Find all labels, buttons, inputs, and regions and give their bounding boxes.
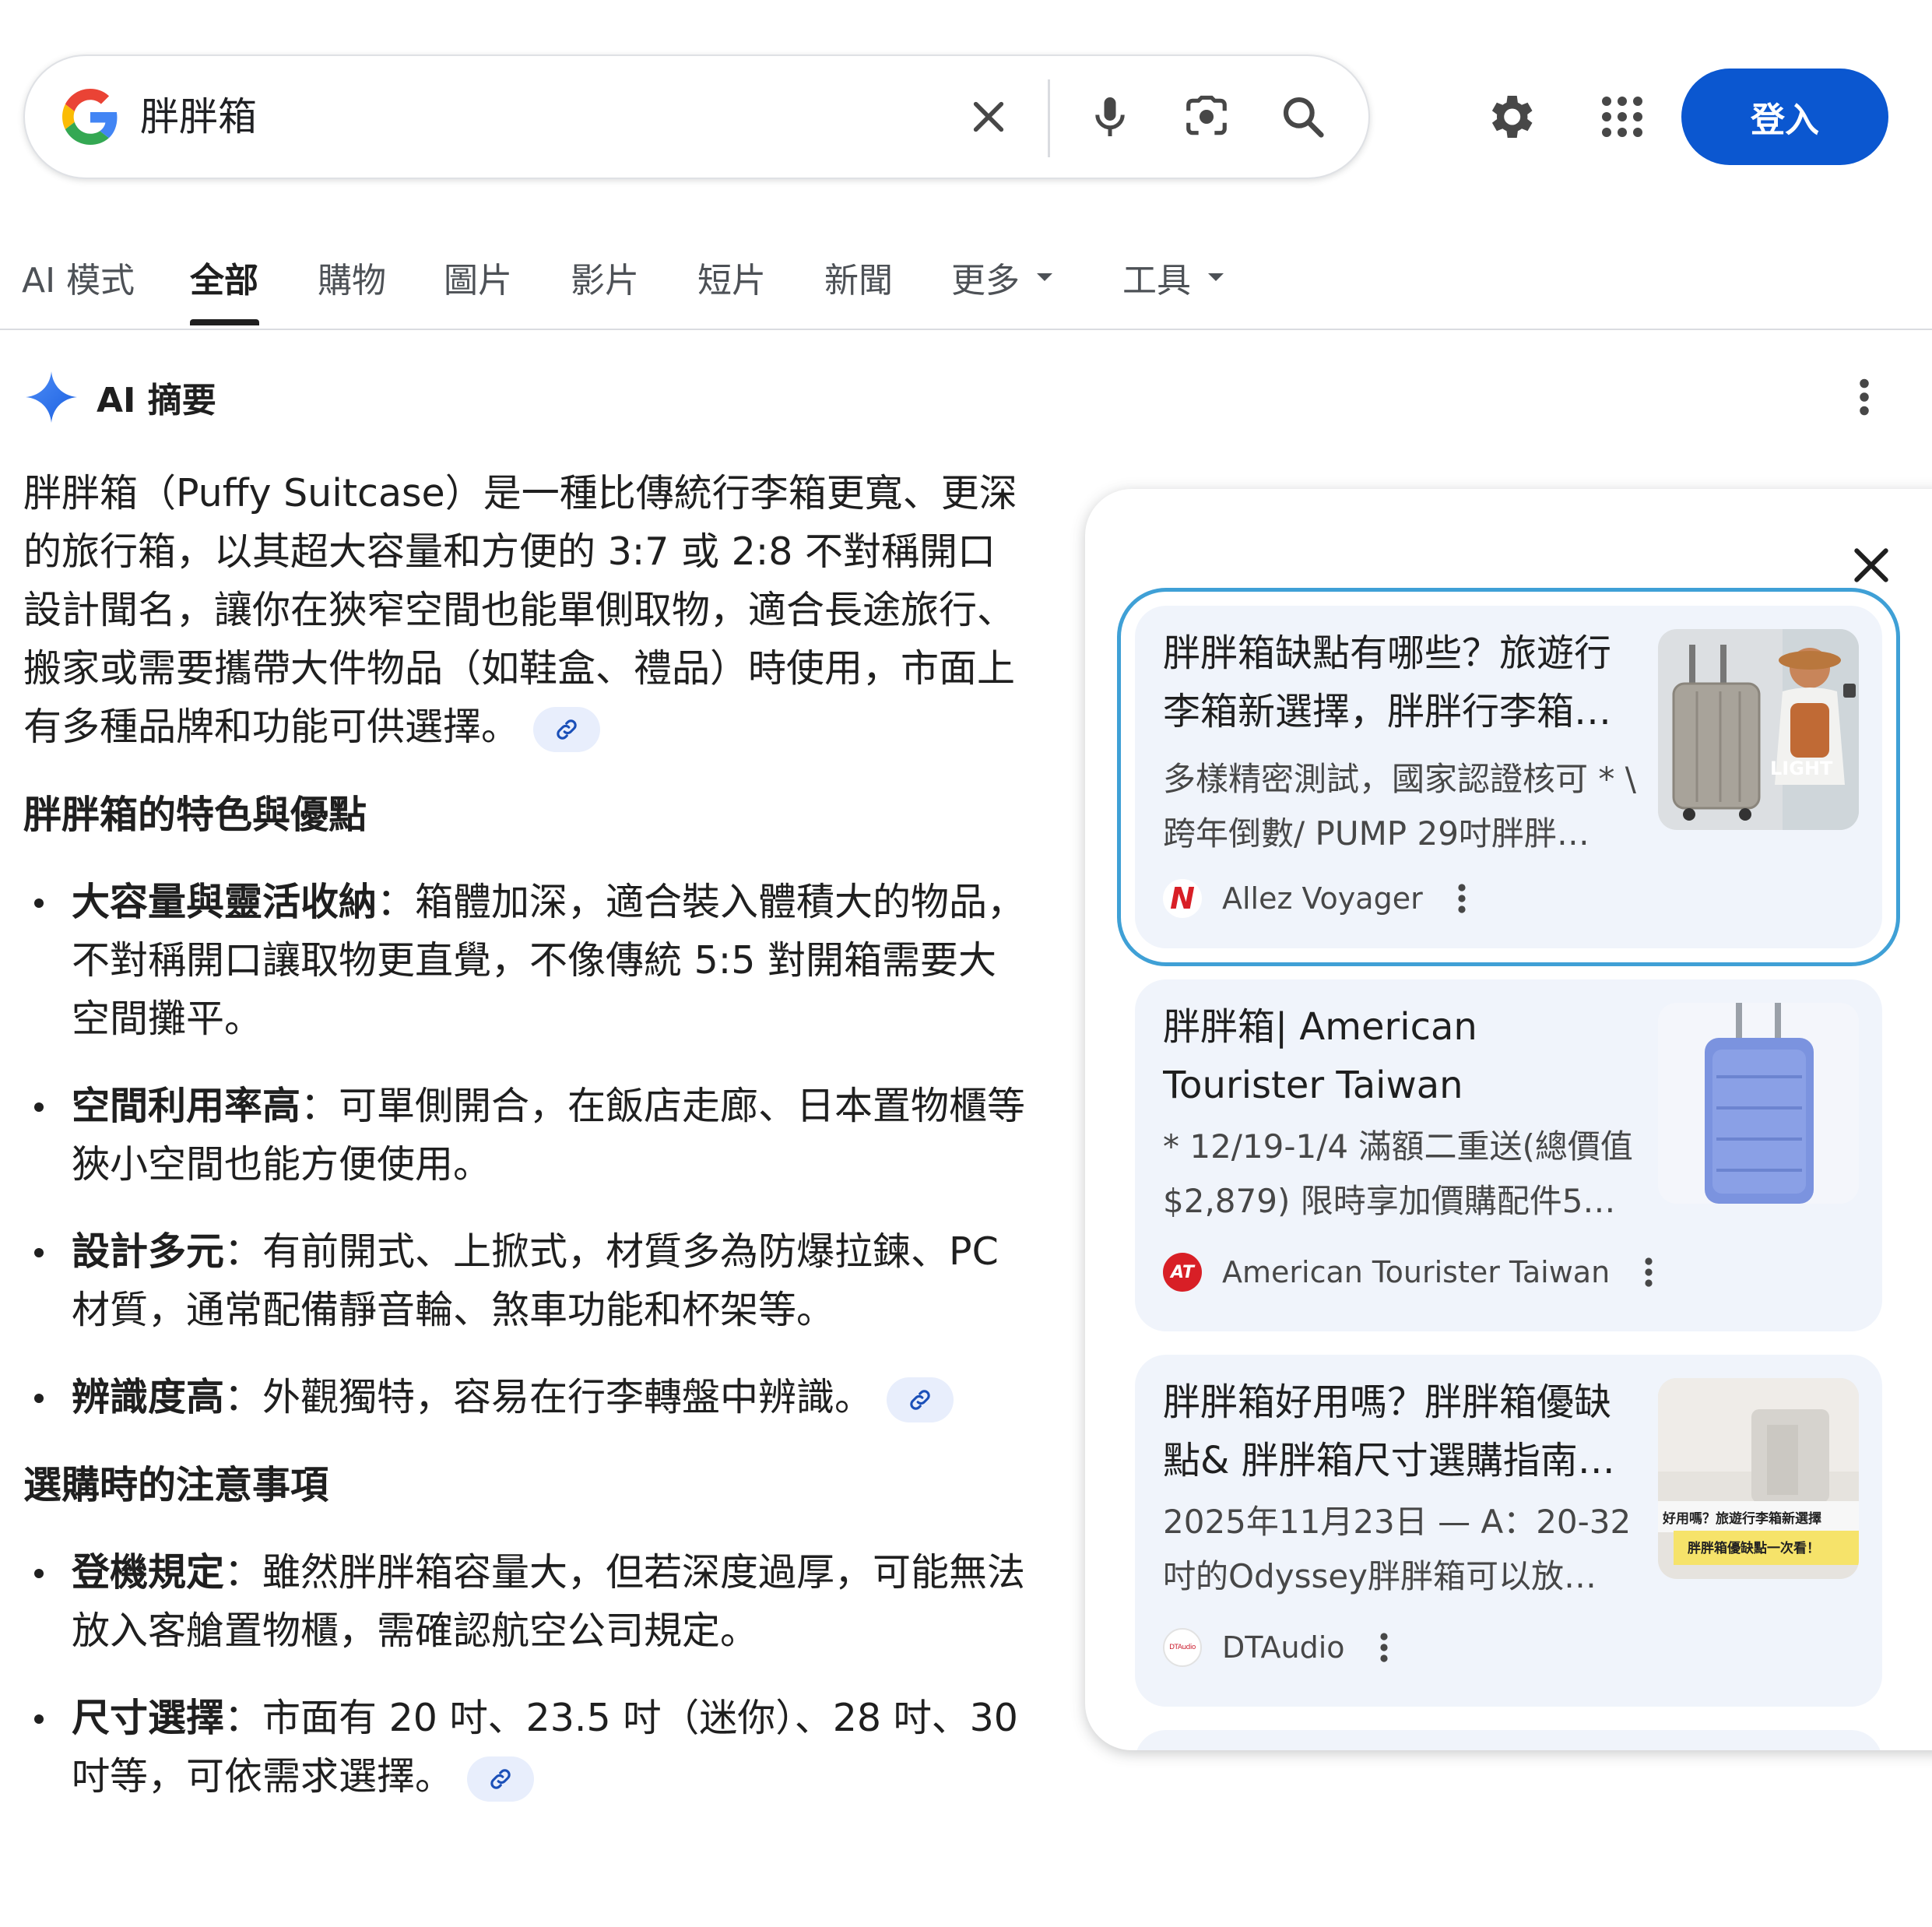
source-card-snippet: 多樣精密測試，國家認證核可 * \ 跨年倒數/ PUMP 29吋胖胖… xyxy=(1163,760,1636,853)
link-icon xyxy=(490,1768,511,1789)
ai-overview-header: AI 摘要 xyxy=(23,366,216,428)
more-options-icon[interactable] xyxy=(1641,1253,1656,1292)
more-options-icon[interactable] xyxy=(1454,879,1470,918)
tab-news[interactable]: 新聞 xyxy=(824,252,893,302)
camera-lens-icon[interactable] xyxy=(1175,86,1238,148)
chevron-down-icon xyxy=(1208,273,1224,281)
tips-list: 登機規定：雖然胖胖箱容量大，但若深度過厚，可能無法放入客艙置物櫃，需確認航空公司… xyxy=(23,1543,1027,1806)
more-options-icon[interactable] xyxy=(1376,1628,1392,1667)
search-divider xyxy=(1048,79,1050,157)
tab-shopping[interactable]: 購物 xyxy=(318,252,386,302)
settings-gear-icon[interactable] xyxy=(1477,84,1543,149)
list-item: 空間利用率高：可單側開合，在飯店走廊、日本置物櫃等狹小空間也能方便使用。 xyxy=(23,1077,1027,1194)
search-input[interactable]: 胖胖箱 xyxy=(140,56,257,178)
source-link-chip[interactable] xyxy=(887,1377,954,1422)
favicon: N xyxy=(1163,879,1202,918)
source-name: American Tourister Taiwan xyxy=(1222,1255,1611,1289)
list-item: 登機規定：雖然胖胖箱容量大，但若深度過厚，可能無法放入客艙置物櫃，需確認航空公司… xyxy=(23,1543,1027,1660)
google-logo xyxy=(62,89,118,145)
source-card[interactable]: 胖胖箱好用嗎？胖胖箱優缺點& 胖胖箱尺寸選購指南… 2025年11月23日 — … xyxy=(1135,1355,1882,1707)
source-card-title[interactable]: 胖胖箱好用嗎？胖胖箱優缺點& 胖胖箱尺寸選購指南… xyxy=(1163,1373,1646,1490)
source-card-title[interactable]: 胖胖箱| American Tourister Taiwan xyxy=(1163,998,1646,1115)
source-card-thumbnail xyxy=(1658,1003,1859,1204)
tab-ai-mode[interactable]: AI 模式 xyxy=(22,252,135,302)
sign-in-button[interactable]: 登入 xyxy=(1681,69,1888,165)
source-card[interactable] xyxy=(1135,1730,1882,1750)
active-tab-indicator xyxy=(190,319,259,325)
microphone-icon[interactable] xyxy=(1079,86,1141,148)
list-item: 設計多元：有前開式、上掀式，材質多為防爆拉鍊、PC材質，通常配備靜音輪、煞車功能… xyxy=(23,1222,1027,1339)
list-item: 大容量與靈活收納：箱體加深，適合裝入體積大的物品，不對稱開口讓取物更直覺，不像傳… xyxy=(23,873,1027,1048)
ai-overview-content: 胖胖箱（Puffy Suitcase）是一種比傳統行李箱更寬、更深的旅行箱，以其… xyxy=(23,464,1027,1806)
section-heading: 選購時的注意事項 xyxy=(23,1463,329,1507)
tab-videos[interactable]: 影片 xyxy=(571,252,639,302)
tab-images[interactable]: 圖片 xyxy=(444,252,512,302)
search-tabs: AI 模式 全部 購物 圖片 影片 短片 新聞 更多 工具 xyxy=(0,234,1932,330)
source-card[interactable]: 胖胖箱缺點有哪些？旅遊行李箱新選擇，胖胖行李箱… 多樣精密測試，國家認證核可 *… xyxy=(1117,588,1900,966)
source-link-chip[interactable] xyxy=(533,706,601,752)
clear-icon[interactable] xyxy=(957,86,1020,148)
tab-tools[interactable]: 工具 xyxy=(1122,252,1224,302)
tab-short-videos[interactable]: 短片 xyxy=(697,252,766,302)
search-bar[interactable]: 胖胖箱 xyxy=(23,55,1370,179)
source-card[interactable]: 胖胖箱| American Tourister Taiwan * 12/19-1… xyxy=(1135,979,1882,1331)
ai-overview-intro: 胖胖箱（Puffy Suitcase）是一種比傳統行李箱更寬、更深的旅行箱，以其… xyxy=(23,464,1027,756)
favicon: AT xyxy=(1163,1253,1202,1292)
more-options-icon[interactable] xyxy=(1845,374,1884,420)
close-icon xyxy=(1854,548,1888,582)
list-item: 尺寸選擇：市面有 20 吋、23.5 吋（迷你）、28 吋、30 吋等，可依需求… xyxy=(23,1689,1027,1806)
source-card-site: AT American Tourister Taiwan xyxy=(1163,1249,1656,1296)
source-card-thumbnail: LIGHT xyxy=(1658,629,1859,830)
source-card-thumbnail: 好用嗎？旅遊行李箱新選擇 胖胖箱優缺點一次看！ xyxy=(1658,1378,1859,1579)
chevron-down-icon xyxy=(1037,273,1052,281)
source-card-snippet: 2025年11月23日 — A：20-32 吋的Odyssey胖胖箱可以放… xyxy=(1163,1503,1632,1595)
ai-overview-title: AI 摘要 xyxy=(97,381,216,420)
favicon: DTAudio xyxy=(1163,1628,1202,1667)
source-card-site: N Allez Voyager xyxy=(1163,875,1470,922)
close-panel-button[interactable] xyxy=(1840,534,1902,596)
section-heading: 胖胖箱的特色與優點 xyxy=(23,793,367,837)
tab-all[interactable]: 全部 xyxy=(190,252,258,302)
tab-more[interactable]: 更多 xyxy=(951,252,1052,302)
gemini-sparkle-icon xyxy=(26,371,77,423)
source-card-title[interactable]: 胖胖箱缺點有哪些？旅遊行李箱新選擇，胖胖行李箱… xyxy=(1163,624,1646,741)
source-card-site: DTAudio DTAudio xyxy=(1163,1624,1392,1671)
link-icon xyxy=(557,719,577,740)
features-list: 大容量與靈活收納：箱體加深，適合裝入體積大的物品，不對稱開口讓取物更直覺，不像傳… xyxy=(23,873,1027,1426)
link-icon xyxy=(910,1389,930,1410)
source-name: Allez Voyager xyxy=(1222,881,1423,916)
sources-panel: 胖胖箱缺點有哪些？旅遊行李箱新選擇，胖胖行李箱… 多樣精密測試，國家認證核可 *… xyxy=(1085,489,1932,1750)
source-link-chip[interactable] xyxy=(467,1756,535,1802)
list-item: 辨識度高：外觀獨特，容易在行李轉盤中辨識。 xyxy=(23,1368,1027,1426)
search-icon[interactable] xyxy=(1272,86,1334,148)
source-name: DTAudio xyxy=(1222,1630,1345,1665)
apps-grid-icon[interactable] xyxy=(1590,84,1655,149)
source-card-snippet: * 12/19-1/4 滿額二重送(總價值 $2,879) 限時享加價購配件5… xyxy=(1163,1127,1633,1220)
